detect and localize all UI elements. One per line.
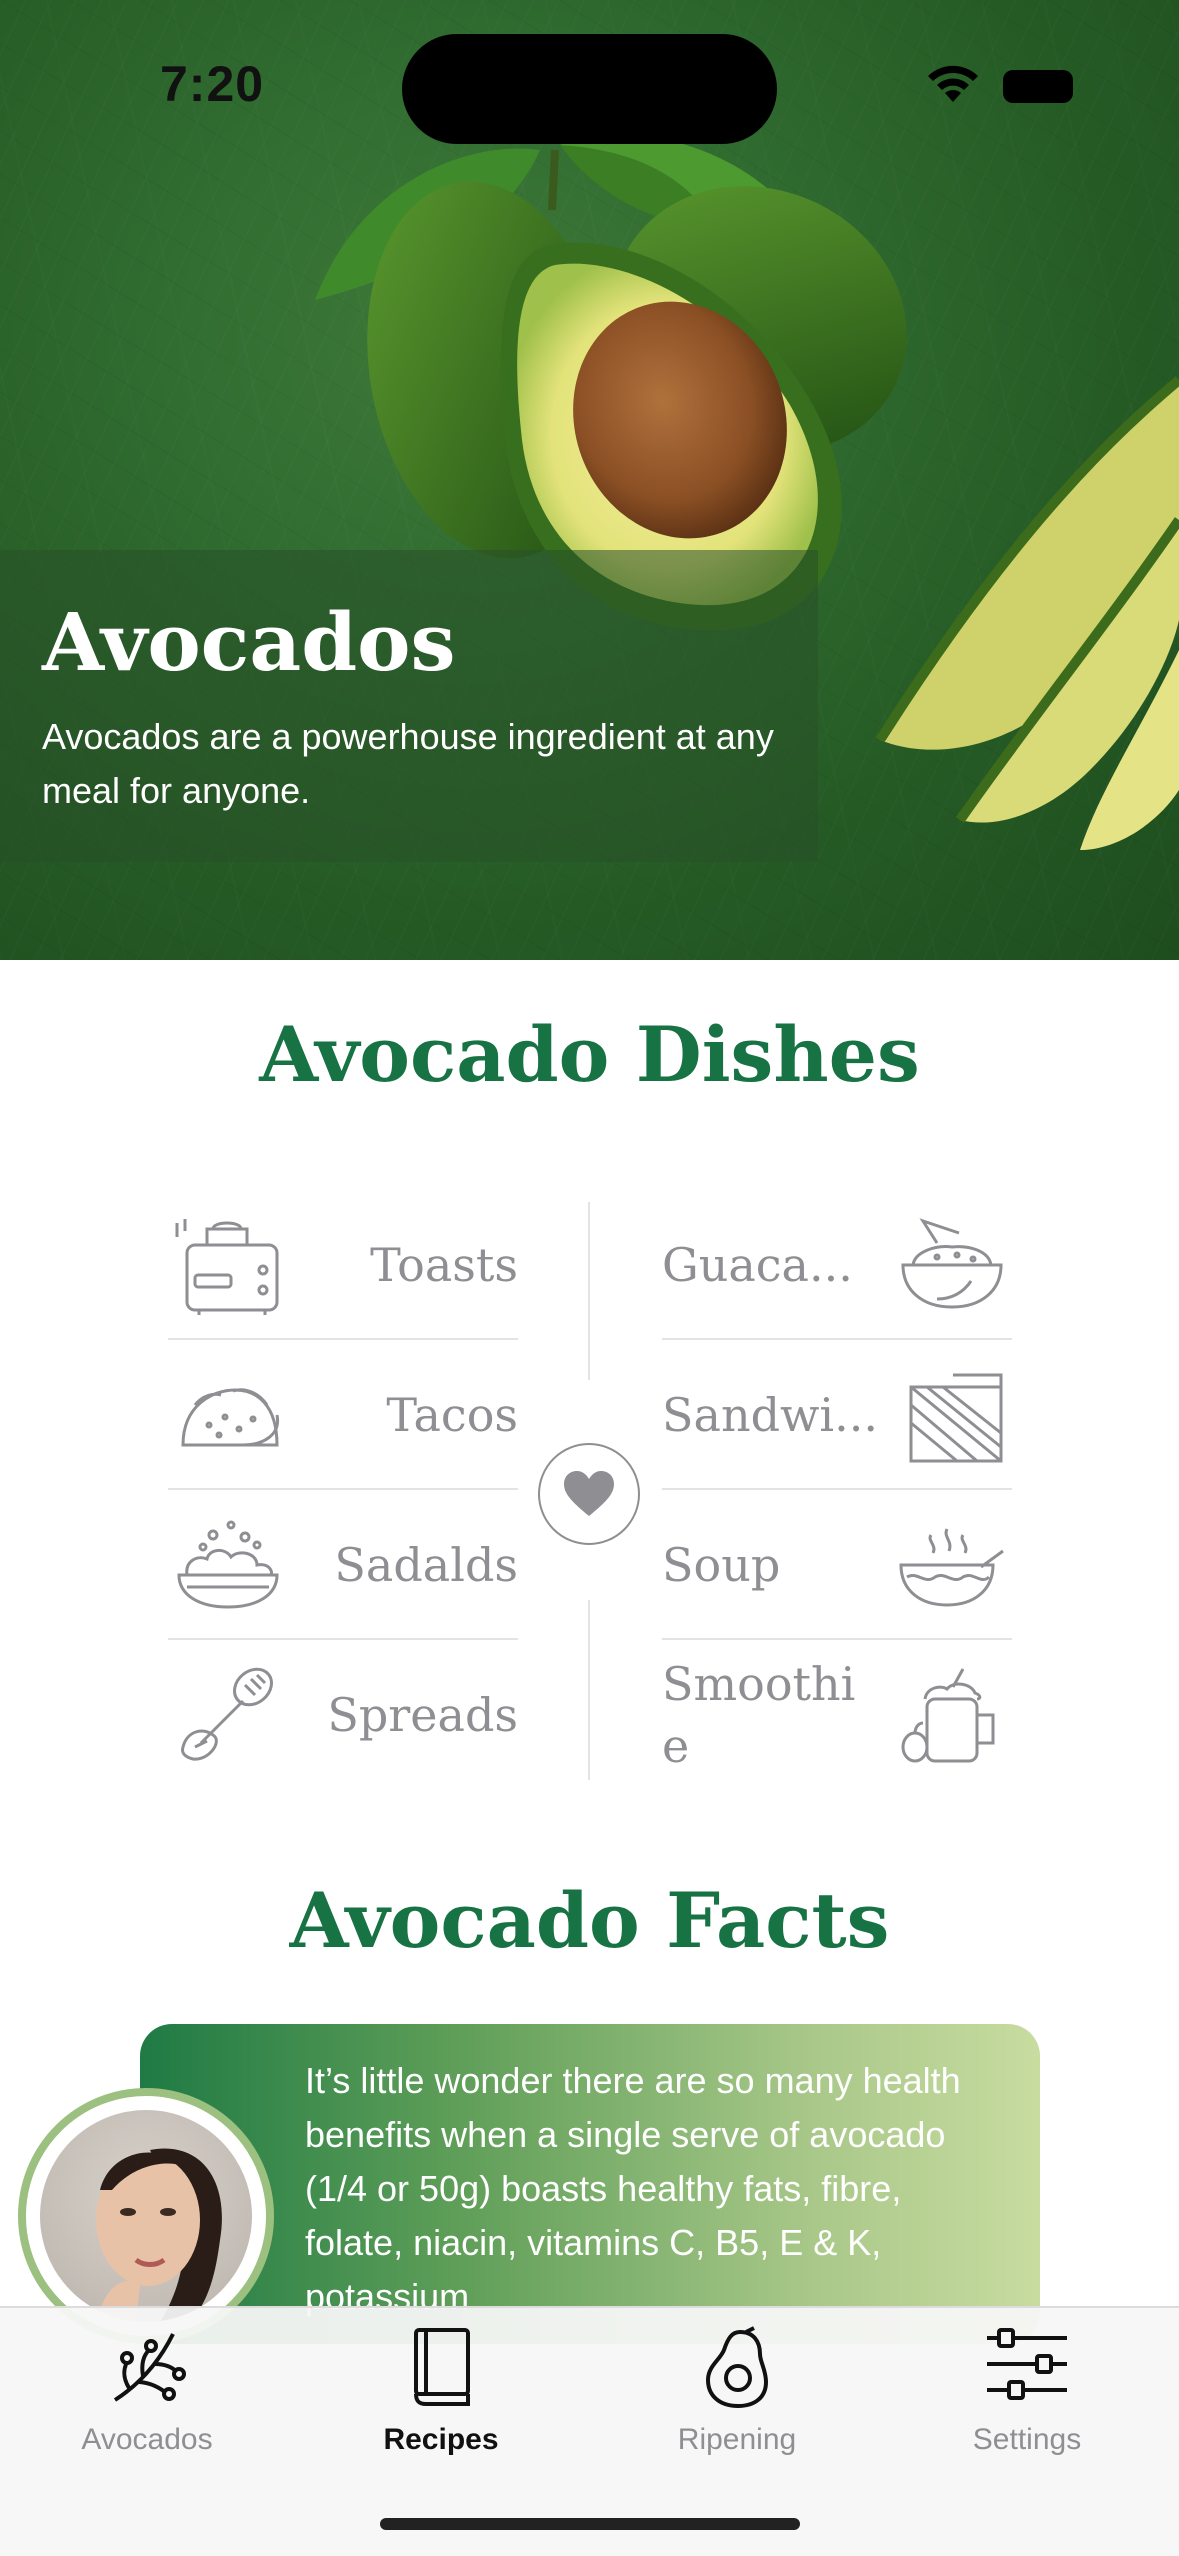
dish-label: Guaca... (662, 1238, 853, 1292)
sandwich-icon (909, 1373, 1003, 1463)
tab-label: Ripening (677, 2423, 797, 2456)
wifi-icon (928, 65, 978, 102)
dish-item-tacos[interactable]: Tacos (168, 1340, 518, 1490)
dish-label: Sadalds (334, 1538, 518, 1592)
fact-card[interactable]: It’s little wonder there are so many hea… (140, 2024, 1040, 2344)
dish-label: Soup (662, 1538, 781, 1592)
dish-item-spreads[interactable]: Spreads (168, 1640, 518, 1790)
sliders-icon (987, 2328, 1067, 2400)
branch-icon (113, 2333, 186, 2402)
dish-label: Spreads (327, 1688, 518, 1742)
tab-bar: Avocados Recipes Ripening Settings (0, 2306, 1179, 2556)
facts-section-title: Avocado Facts (289, 1876, 890, 1965)
person-portrait (96, 2148, 222, 2322)
fact-text: It’s little wonder there are so many hea… (305, 2060, 961, 2317)
favorite-button[interactable] (538, 1443, 640, 1545)
dish-label: Tacos (386, 1388, 518, 1442)
tab-label: Avocados (81, 2423, 213, 2456)
tab-label: Recipes (383, 2423, 499, 2456)
tab-avocados[interactable]: Avocados (0, 2308, 294, 2458)
dish-item-smoothie[interactable]: Smoothi e (662, 1640, 1012, 1790)
dynamic-island (402, 34, 777, 144)
avatar-photo (40, 2110, 252, 2322)
hero-title: Avocados (42, 595, 456, 689)
tab-settings[interactable]: Settings (880, 2308, 1174, 2458)
dish-item-guacamole[interactable]: Guaca... (662, 1190, 1012, 1340)
dish-label: Toasts (370, 1238, 518, 1292)
toaster-icon (175, 1219, 279, 1315)
dish-item-toasts[interactable]: Toasts (168, 1190, 518, 1340)
dish-label: Sandwi... (662, 1388, 878, 1442)
guacamole-bowl-icon (901, 1218, 1003, 1309)
dishes-section-title: Avocado Dishes (259, 1010, 920, 1099)
divider-bottom (588, 1600, 590, 1780)
home-indicator[interactable] (380, 2518, 800, 2530)
heart-icon (564, 1471, 614, 1516)
dish-item-sandwich[interactable]: Sandwi... (662, 1340, 1012, 1490)
tab-label: Settings (972, 2423, 1082, 2456)
dish-item-salads[interactable]: Sadalds (168, 1490, 518, 1640)
battery-icon (1003, 70, 1073, 103)
smoothie-jar-icon (901, 1668, 995, 1763)
taco-icon (181, 1388, 280, 1447)
hero-description: Avocados are a powerhouse ingredient at … (42, 716, 774, 811)
status-time: 7:20 (160, 56, 265, 112)
dish-label: Smoothi e (662, 1657, 856, 1773)
tab-ripening[interactable]: Ripening (590, 2308, 884, 2458)
tab-recipes[interactable]: Recipes (294, 2308, 588, 2458)
divider-top (588, 1202, 590, 1380)
soup-bowl-icon (899, 1528, 1004, 1607)
salad-bowl-icon (177, 1520, 279, 1609)
avocado-icon (705, 2326, 769, 2409)
status-bar: 7:20 (0, 0, 1179, 170)
spread-knife-icon (181, 1667, 273, 1761)
dish-item-soup[interactable]: Soup (662, 1490, 1012, 1640)
book-icon (414, 2328, 470, 2406)
hero-banner: 7:20 Avocados Avocados are a powerhouse … (0, 0, 1179, 960)
hero-caption: Avocados Avocados are a powerhouse ingre… (0, 550, 818, 862)
